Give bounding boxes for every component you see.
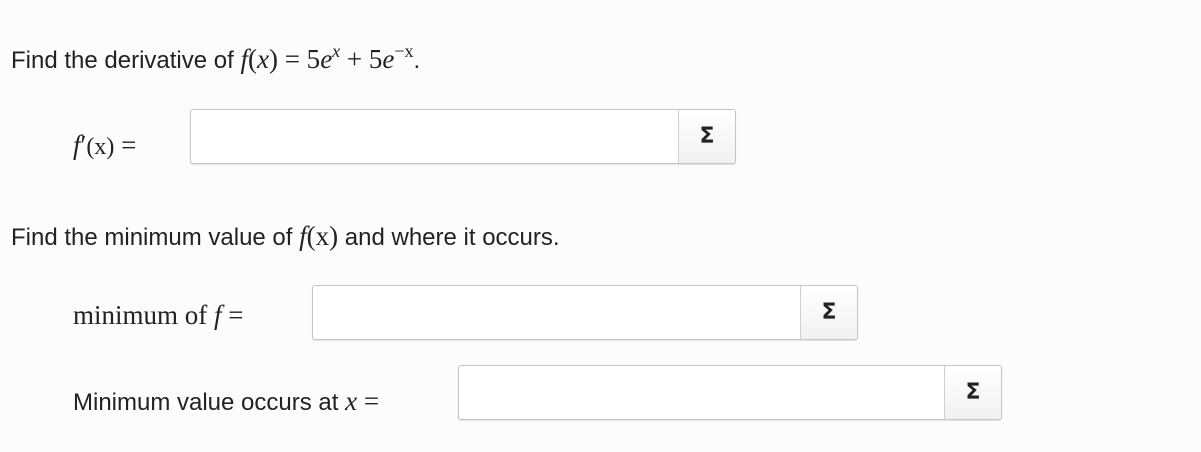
sigma-icon: Σ — [699, 124, 715, 149]
derivative-answer-box: Σ — [190, 109, 736, 164]
location-answer-box: Σ — [458, 365, 1002, 420]
derivative-input[interactable] — [191, 110, 680, 163]
minimum-math-palette-button[interactable]: Σ — [801, 286, 857, 339]
minimum-question: Find the minimum value of f(x) and where… — [11, 221, 560, 251]
minimum-label: minimum of f = — [73, 300, 244, 330]
sigma-icon: Σ — [965, 380, 981, 405]
minimum-answer-box: Σ — [312, 285, 858, 340]
minimum-input[interactable] — [313, 286, 802, 339]
function-reference: f(x) — [299, 221, 339, 251]
location-label: Minimum value occurs at x = — [73, 386, 380, 416]
derivative-question: Find the derivative of f(x) = 5ex + 5e−x… — [11, 41, 421, 74]
location-input[interactable] — [459, 366, 946, 419]
question-text: Find the derivative of — [11, 47, 241, 74]
sigma-icon: Σ — [821, 300, 837, 325]
location-math-palette-button[interactable]: Σ — [945, 366, 1001, 419]
function-expression: f(x) = 5ex + 5e−x — [240, 41, 414, 74]
derivative-math-palette-button[interactable]: Σ — [679, 110, 735, 163]
derivative-label: f′(x) = — [73, 130, 137, 160]
